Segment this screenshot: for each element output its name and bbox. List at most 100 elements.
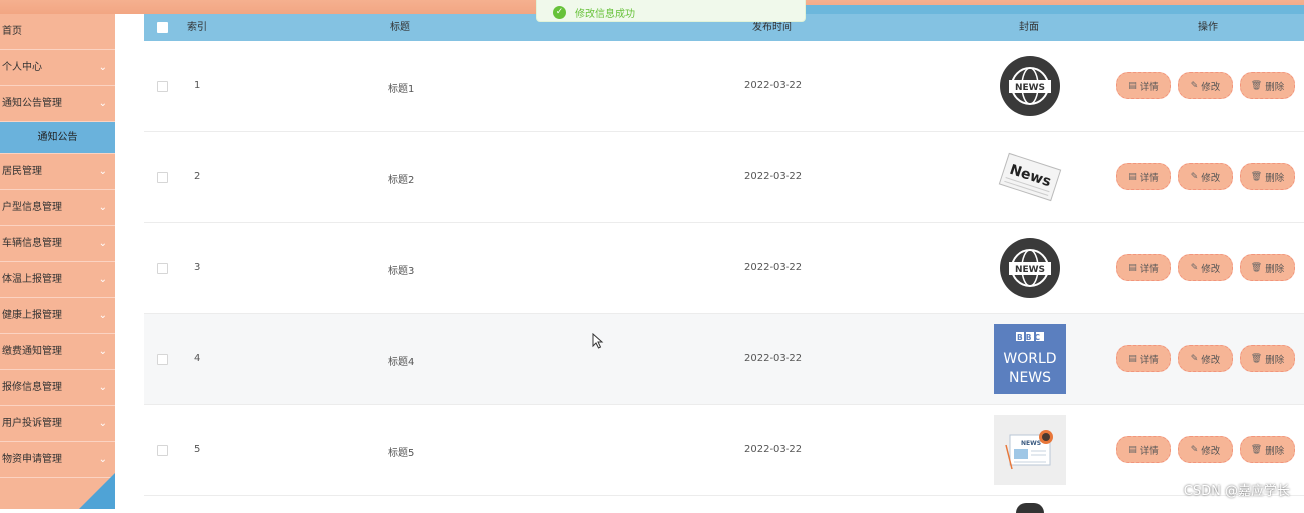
delete-button[interactable]: 🗑 删除: [1240, 254, 1295, 281]
detail-button[interactable]: ▤ 详情: [1116, 345, 1171, 372]
row-date: 2022-03-22: [744, 80, 803, 91]
edit-button[interactable]: ✎ 修改: [1178, 72, 1233, 99]
delete-button[interactable]: 🗑 删除: [1240, 345, 1295, 372]
content-gutter: [115, 14, 144, 509]
row-title: 标题2: [388, 175, 415, 186]
cover-image-news-illustration: NEWS: [994, 415, 1066, 485]
row-date: 2022-03-22: [744, 353, 803, 364]
row-actions: ▤ 详情 ✎ 修改 🗑 删除: [1116, 436, 1295, 463]
edit-label: 修改: [1201, 263, 1221, 275]
row-title: 标题5: [388, 448, 415, 459]
edit-button[interactable]: ✎ 修改: [1178, 163, 1233, 190]
sidebar-item-health[interactable]: 健康上报管理 ⌄: [0, 298, 115, 334]
sidebar-item-complaints[interactable]: 用户投诉管理 ⌄: [0, 406, 115, 442]
table-row: 2 标题2 2022-03-22 News ▤ 详情 ✎ 修改 🗑 删除: [144, 132, 1304, 223]
detail-label: 详情: [1139, 172, 1159, 184]
cover-image-globe-news: NEWS: [994, 51, 1066, 121]
pencil-icon: ✎: [1190, 353, 1199, 364]
row-actions: ▤ 详情 ✎ 修改 🗑 删除: [1116, 345, 1295, 372]
detail-button[interactable]: ▤ 详情: [1116, 436, 1171, 463]
pencil-icon: ✎: [1190, 262, 1199, 273]
edit-label: 修改: [1201, 81, 1221, 93]
sidebar-item-personal-center[interactable]: 个人中心 ⌄: [0, 50, 115, 86]
row-checkbox[interactable]: [157, 445, 168, 456]
row-checkbox[interactable]: [157, 263, 168, 274]
detail-button[interactable]: ▤ 详情: [1116, 72, 1171, 99]
cover-image-bbc-world-news: BBC WORLD NEWS: [994, 324, 1066, 394]
delete-button[interactable]: 🗑 删除: [1240, 72, 1295, 99]
chevron-down-icon: ⌄: [98, 202, 107, 213]
sidebar-item-label: 首页: [2, 26, 22, 37]
sidebar-item-notice-management[interactable]: 通知公告管理 ⌄: [0, 86, 115, 122]
edit-label: 修改: [1201, 445, 1221, 457]
row-index: 1: [194, 80, 201, 91]
sidebar-item-label: 物资申请管理: [2, 454, 62, 465]
select-all-checkbox[interactable]: [157, 22, 168, 33]
sidebar-item-vehicles[interactable]: 车辆信息管理 ⌄: [0, 226, 115, 262]
sidebar-subitem-notice[interactable]: 通知公告: [0, 122, 115, 154]
check-circle-icon: ✓: [553, 5, 566, 19]
delete-label: 删除: [1265, 263, 1285, 275]
pencil-icon: ✎: [1190, 444, 1199, 455]
table-row: 1 标题1 2022-03-22 NEWS ▤ 详情 ✎ 修改 🗑 删除: [144, 41, 1304, 132]
cover-text: NEWS: [1021, 440, 1041, 447]
sidebar-item-label: 用户投诉管理: [2, 418, 62, 429]
detail-label: 详情: [1139, 263, 1159, 275]
delete-button[interactable]: 🗑 删除: [1240, 436, 1295, 463]
edit-button[interactable]: ✎ 修改: [1178, 436, 1233, 463]
detail-button[interactable]: ▤ 详情: [1116, 163, 1171, 190]
row-checkbox[interactable]: [157, 172, 168, 183]
trash-icon: 🗑: [1250, 444, 1263, 455]
chevron-down-icon: ⌄: [98, 418, 107, 429]
trash-icon: 🗑: [1250, 171, 1263, 182]
row-actions: ▤ 详情 ✎ 修改 🗑 删除: [1116, 163, 1295, 190]
row-title: 标题1: [388, 84, 415, 95]
toast-message: 修改信息成功: [575, 8, 635, 20]
trash-icon: 🗑: [1250, 353, 1263, 364]
row-date: 2022-03-22: [744, 262, 803, 273]
cover-text: NEWS: [1015, 83, 1045, 93]
trash-icon: 🗑: [1250, 80, 1263, 91]
row-checkbox[interactable]: [157, 354, 168, 365]
document-icon: ▤: [1128, 171, 1137, 182]
sidebar-item-home[interactable]: 首页: [0, 14, 115, 50]
row-checkbox[interactable]: [157, 81, 168, 92]
chevron-down-icon: ⌄: [98, 346, 107, 357]
header-title: 标题: [390, 22, 410, 33]
sidebar-item-house-type[interactable]: 户型信息管理 ⌄: [0, 190, 115, 226]
sidebar-item-label: 健康上报管理: [2, 310, 62, 321]
delete-label: 删除: [1265, 445, 1285, 457]
sidebar-item-payment[interactable]: 缴费通知管理 ⌄: [0, 334, 115, 370]
chevron-down-icon: ⌄: [98, 274, 107, 285]
detail-label: 详情: [1139, 354, 1159, 366]
notice-table: 索引 标题 发布时间 封面 操作 1 标题1 2022-03-22 NEWS ▤…: [144, 14, 1304, 496]
sidebar-item-label: 体温上报管理: [2, 274, 62, 285]
table-row: 3 标题3 2022-03-22 NEWS ▤ 详情 ✎ 修改 🗑 删除: [144, 223, 1304, 314]
sidebar-item-repairs[interactable]: 报修信息管理 ⌄: [0, 370, 115, 406]
sidebar-item-temperature[interactable]: 体温上报管理 ⌄: [0, 262, 115, 298]
sidebar-item-label: 通知公告管理: [2, 98, 62, 109]
sidebar-item-label: 缴费通知管理: [2, 346, 62, 357]
row-actions: ▤ 详情 ✎ 修改 🗑 删除: [1116, 72, 1295, 99]
cover-image-newspaper: News: [994, 142, 1066, 212]
cover-text: NEWS: [1015, 265, 1045, 275]
mouse-cursor-icon: [592, 333, 604, 349]
watermark: CSDN @嘉应学长: [1183, 484, 1290, 499]
pencil-icon: ✎: [1190, 171, 1199, 182]
header-cover: 封面: [1019, 22, 1039, 33]
document-icon: ▤: [1128, 353, 1137, 364]
edit-button[interactable]: ✎ 修改: [1178, 345, 1233, 372]
success-toast: ✓ 修改信息成功: [536, 0, 806, 22]
cover-text: BBC: [1017, 333, 1043, 342]
detail-button[interactable]: ▤ 详情: [1116, 254, 1171, 281]
row-index: 5: [194, 444, 201, 455]
edit-button[interactable]: ✎ 修改: [1178, 254, 1233, 281]
sidebar-corner-decoration: [79, 473, 115, 509]
delete-button[interactable]: 🗑 删除: [1240, 163, 1295, 190]
cover-image-globe-news: NEWS: [994, 233, 1066, 303]
row-date: 2022-03-22: [744, 171, 803, 182]
sidebar-item-residents[interactable]: 居民管理 ⌄: [0, 154, 115, 190]
sidebar-item-label: 通知公告: [37, 132, 78, 143]
sidebar-item-label: 报修信息管理: [2, 382, 62, 393]
edit-label: 修改: [1201, 172, 1221, 184]
